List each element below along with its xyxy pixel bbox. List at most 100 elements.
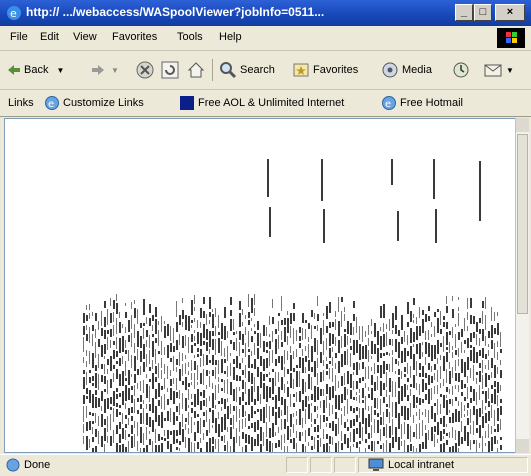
mail-button[interactable]: ▼ xyxy=(484,60,514,80)
spool-text-stroke xyxy=(497,395,498,406)
spool-text-stroke xyxy=(317,296,318,306)
spool-text-stroke xyxy=(266,350,268,353)
spool-text-stroke xyxy=(113,408,114,422)
spool-text-stroke xyxy=(230,319,232,331)
link-free-hotmail[interactable]: e Free Hotmail xyxy=(381,95,463,111)
spool-text-stroke xyxy=(494,365,496,378)
spool-text-stroke xyxy=(170,431,172,435)
spool-text-stroke xyxy=(278,372,279,382)
spool-text-stroke xyxy=(170,326,171,341)
vertical-scrollbar[interactable] xyxy=(515,118,529,453)
spool-text-stroke xyxy=(104,376,106,384)
spool-text-stroke xyxy=(371,441,373,451)
spool-text-stroke xyxy=(422,420,423,436)
spool-text-stroke xyxy=(416,361,417,376)
title-bar[interactable]: e http:// .../webaccess/WASpoolViewer?jo… xyxy=(0,0,531,26)
menu-tools[interactable]: Tools xyxy=(177,31,203,43)
spool-text-stroke xyxy=(200,373,202,384)
spool-text-stroke xyxy=(86,315,88,321)
spool-text-stroke xyxy=(119,358,121,366)
spool-text-stroke xyxy=(188,362,189,367)
scroll-up-arrow-icon[interactable] xyxy=(516,118,529,132)
search-icon xyxy=(220,62,237,79)
spool-text-stroke xyxy=(494,381,496,387)
menu-favorites[interactable]: Favorites xyxy=(112,31,157,43)
spool-text-stroke xyxy=(107,337,108,350)
home-button[interactable] xyxy=(187,60,205,80)
spool-text-stroke xyxy=(284,318,286,325)
spool-text-stroke xyxy=(347,419,348,422)
spool-viewer-content[interactable] xyxy=(4,118,516,453)
spool-text-stroke xyxy=(179,403,180,415)
scroll-down-arrow-icon[interactable] xyxy=(516,439,529,453)
spool-text-stroke xyxy=(479,443,480,448)
spool-text-stroke xyxy=(224,445,226,451)
spool-text-stroke xyxy=(164,347,165,355)
spool-text-stroke xyxy=(335,311,336,317)
spool-text-stroke xyxy=(347,336,348,345)
spool-text-stroke xyxy=(452,399,453,406)
link-free-aol[interactable]: Free AOL & Unlimited Internet xyxy=(179,95,344,111)
spool-text-stroke xyxy=(410,384,412,387)
spool-text-stroke xyxy=(203,420,205,427)
link-customize-links[interactable]: e Customize Links xyxy=(44,95,144,111)
spool-text-stroke xyxy=(116,425,118,434)
spool-text-stroke xyxy=(251,364,253,368)
spool-text-stroke xyxy=(404,422,405,434)
spool-text-stroke xyxy=(266,342,268,347)
spool-text-stroke xyxy=(209,320,210,324)
spool-text-stroke xyxy=(233,332,235,335)
back-dropdown-icon[interactable]: ▼ xyxy=(56,66,64,75)
maximize-button[interactable]: □ xyxy=(474,4,492,21)
spool-text-stroke xyxy=(191,325,192,328)
spool-text-stroke xyxy=(149,404,151,411)
scroll-thumb[interactable] xyxy=(517,134,528,314)
spool-text-stroke xyxy=(410,328,412,343)
refresh-button[interactable] xyxy=(161,60,179,80)
spool-text-stroke xyxy=(302,349,303,356)
stop-button[interactable] xyxy=(136,60,154,80)
mail-dropdown-icon[interactable]: ▼ xyxy=(506,66,514,75)
spool-text-stroke xyxy=(332,405,333,414)
spool-text-stroke xyxy=(287,369,289,374)
spool-text-stroke xyxy=(476,392,477,405)
spool-text-stroke xyxy=(158,321,159,325)
menu-edit[interactable]: Edit xyxy=(40,31,59,43)
spool-text-stroke xyxy=(119,322,121,333)
spool-text-stroke xyxy=(146,413,148,425)
media-button[interactable]: Media xyxy=(381,60,432,80)
spool-text-stroke xyxy=(83,377,85,389)
favorites-button[interactable]: Favorites xyxy=(292,60,358,80)
back-button[interactable]: Back ▼ xyxy=(6,60,64,80)
spool-text-stroke xyxy=(197,348,199,352)
search-button[interactable]: Search xyxy=(219,60,275,80)
menu-help[interactable]: Help xyxy=(219,31,242,43)
spool-text-stroke xyxy=(110,329,112,337)
forward-button[interactable]: ▼ xyxy=(90,60,119,80)
spool-text-stroke xyxy=(146,384,148,398)
spool-text-stroke xyxy=(197,354,199,357)
spool-text-stroke xyxy=(161,437,163,440)
spool-text-stroke xyxy=(407,385,408,390)
menu-file[interactable]: File xyxy=(10,31,28,43)
spool-text-stroke xyxy=(323,444,325,452)
history-button[interactable] xyxy=(452,60,470,80)
spool-text-stroke xyxy=(422,319,424,333)
close-button[interactable]: × xyxy=(495,4,525,21)
spool-text-stroke xyxy=(137,331,139,347)
menu-view[interactable]: View xyxy=(73,31,97,43)
spool-text-stroke xyxy=(239,363,241,369)
spool-text-stroke xyxy=(116,303,118,314)
forward-dropdown-icon[interactable]: ▼ xyxy=(111,66,119,75)
history-icon xyxy=(453,62,469,78)
minimize-button[interactable]: _ xyxy=(455,4,473,21)
spool-text-stroke xyxy=(389,353,390,356)
spool-text-stroke xyxy=(179,422,181,435)
spool-text-stroke xyxy=(494,312,495,321)
spool-text-stroke xyxy=(305,396,307,407)
spool-text-stroke xyxy=(149,318,151,326)
spool-text-stroke xyxy=(272,378,274,394)
spool-text-stroke xyxy=(86,372,87,385)
spool-text-stroke xyxy=(338,441,339,452)
spool-text-stroke xyxy=(383,397,385,403)
